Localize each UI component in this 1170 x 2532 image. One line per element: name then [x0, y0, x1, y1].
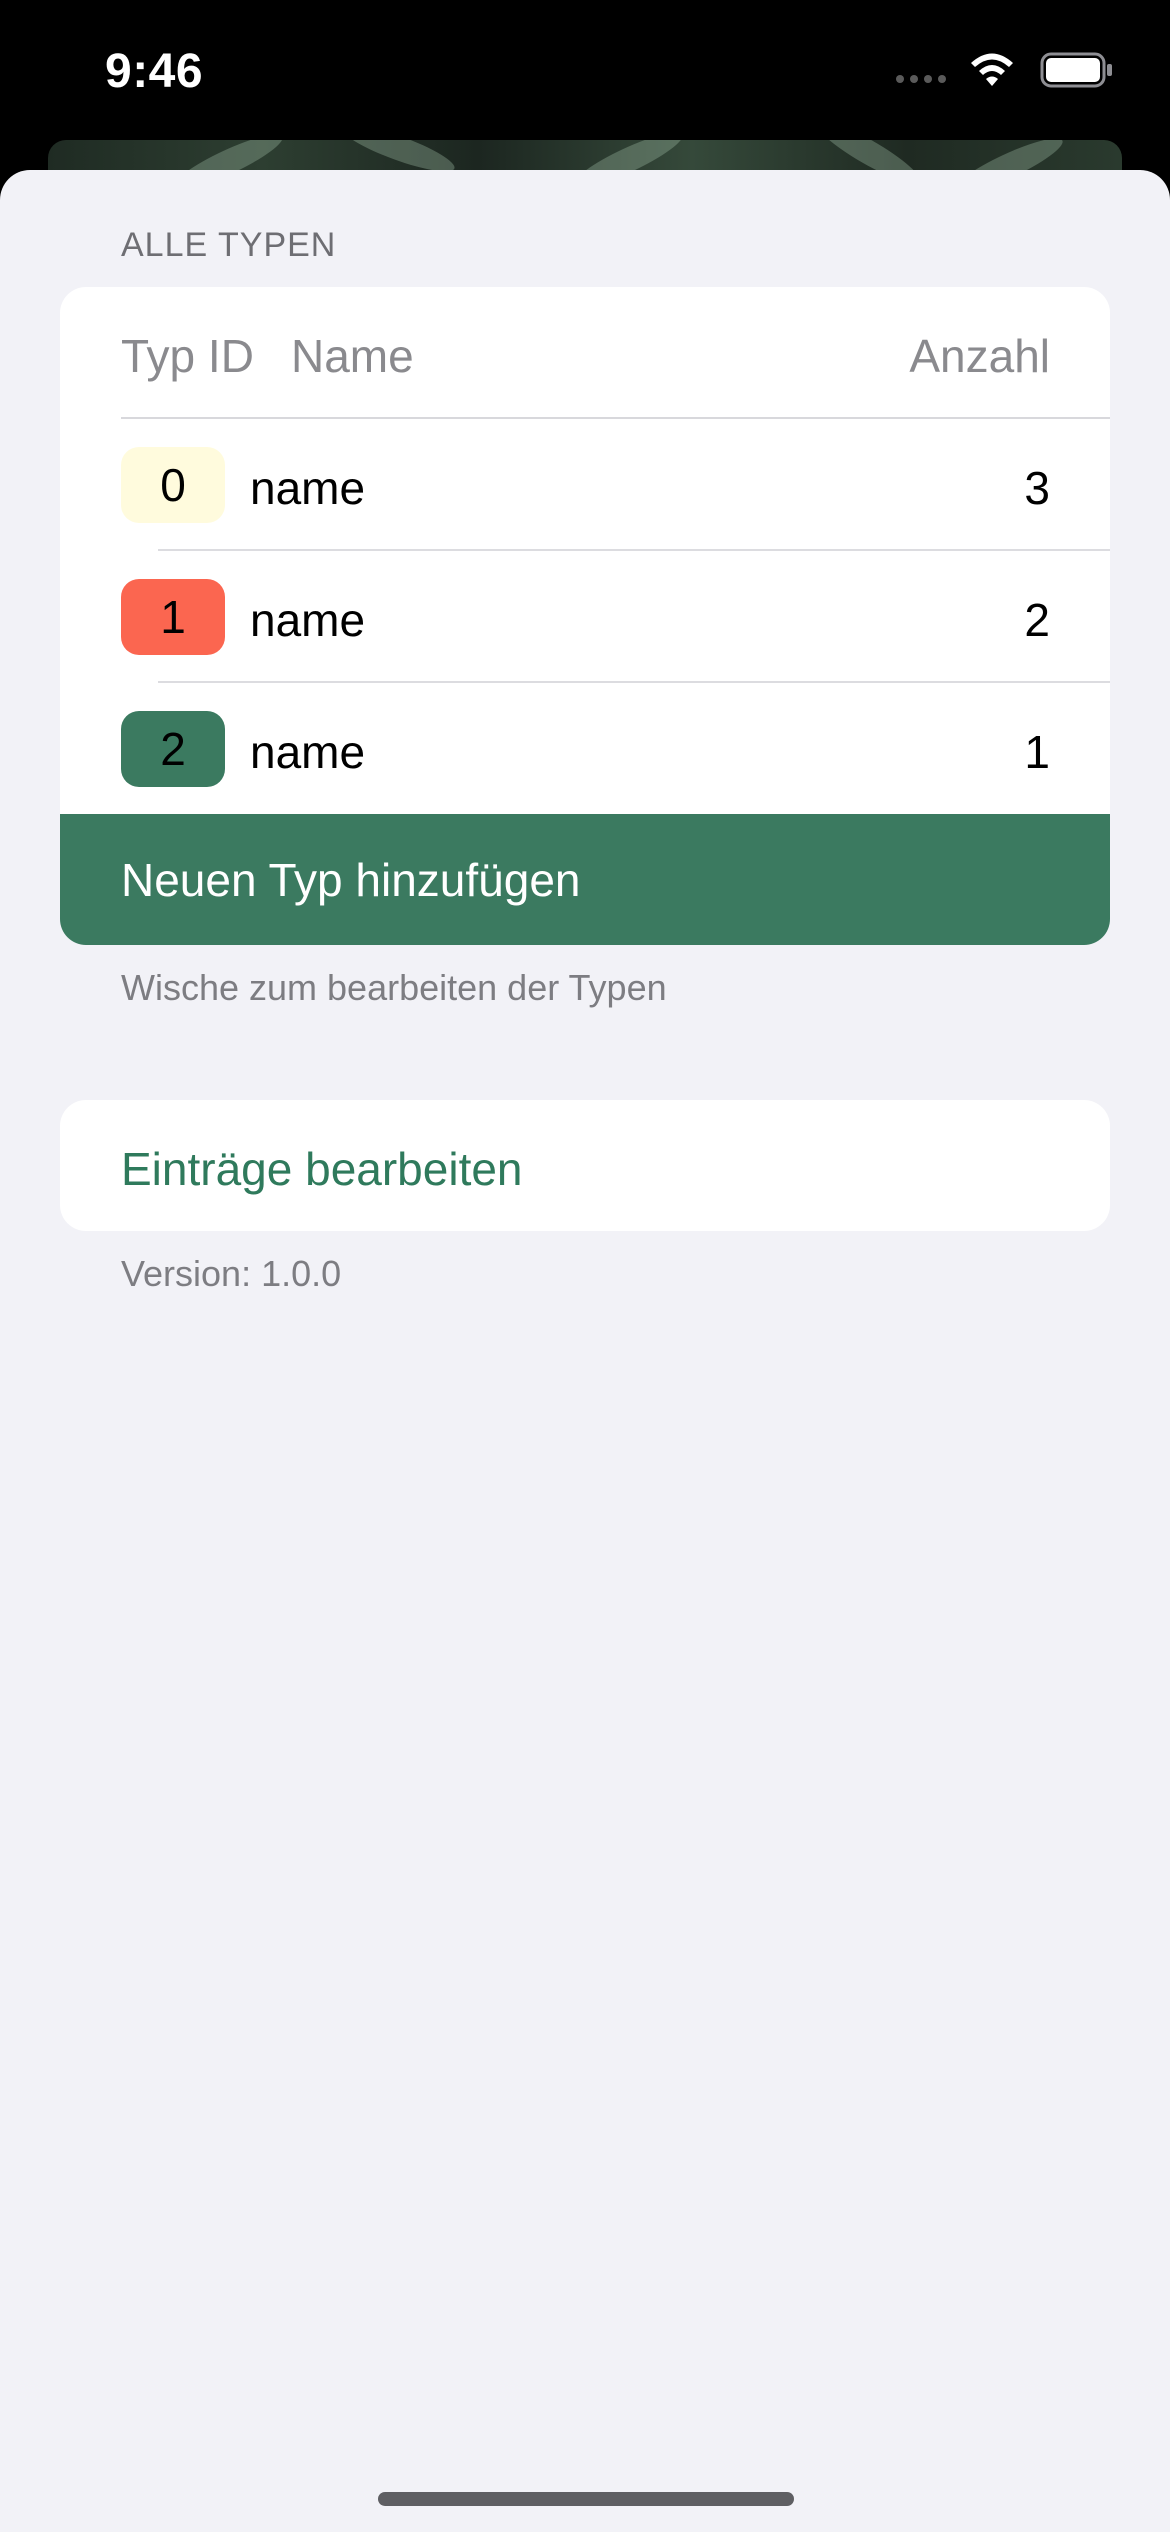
table-row[interactable]: 2 name 1 [60, 683, 1110, 815]
cellular-signal-icon [896, 75, 946, 83]
table-row[interactable]: 0 name 3 [60, 419, 1110, 551]
type-count: 1 [1024, 726, 1050, 778]
status-time: 9:46 [105, 45, 204, 98]
status-indicators [896, 52, 1114, 88]
type-count: 2 [1024, 594, 1050, 646]
type-id-badge: 2 [121, 711, 225, 787]
section-header-all-types: ALLE TYPEN [121, 226, 337, 264]
add-type-button[interactable]: Neuen Typ hinzufügen [60, 814, 1110, 945]
types-table-card: Typ ID Name Anzahl 0 name 3 1 name 2 2 n… [60, 287, 1110, 945]
status-bar: 9:46 [0, 0, 1170, 145]
column-header-anzahl: Anzahl [909, 330, 1050, 382]
type-name: name [250, 726, 366, 778]
type-id-badge: 1 [121, 579, 225, 655]
version-label: Version: 1.0.0 [121, 1253, 342, 1294]
type-count: 3 [1024, 462, 1050, 514]
settings-sheet: ALLE TYPEN Typ ID Name Anzahl 0 name 3 1… [0, 170, 1170, 2532]
column-header-typ-id: Typ ID [121, 330, 254, 382]
column-header-name: Name [291, 330, 414, 382]
edit-entries-card[interactable]: Einträge bearbeiten [60, 1100, 1110, 1231]
type-name: name [250, 462, 366, 514]
home-indicator[interactable] [378, 2492, 794, 2506]
type-name: name [250, 594, 366, 646]
table-header: Typ ID Name Anzahl [60, 287, 1110, 419]
edit-entries-link[interactable]: Einträge bearbeiten [121, 1142, 523, 1196]
wifi-icon [971, 53, 1013, 86]
type-id-badge: 0 [121, 447, 225, 523]
battery-icon [1040, 52, 1112, 88]
table-row[interactable]: 1 name 2 [60, 551, 1110, 683]
swipe-hint: Wische zum bearbeiten der Typen [121, 967, 667, 1008]
